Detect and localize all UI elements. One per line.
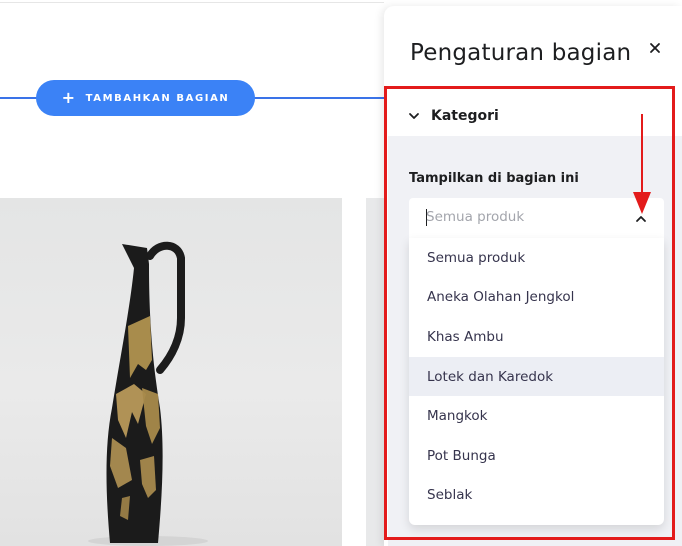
dropdown-option[interactable]: Khas Ambu bbox=[409, 317, 664, 357]
canvas-top-border bbox=[0, 2, 384, 3]
dropdown-option[interactable]: Mangkok bbox=[409, 396, 664, 436]
chevron-down-icon bbox=[409, 113, 419, 119]
dropdown-option[interactable]: Pot Bunga bbox=[409, 436, 664, 476]
dropdown-option[interactable]: Aneka Olahan Jengkol bbox=[409, 278, 664, 318]
chevron-up-icon[interactable] bbox=[635, 213, 647, 225]
vase-illustration bbox=[88, 241, 208, 546]
editor-canvas: + TAMBAHKAN BAGIAN bbox=[0, 0, 384, 546]
product-image-vase[interactable] bbox=[0, 198, 342, 546]
kategori-accordion-header[interactable]: Kategori bbox=[384, 92, 682, 142]
dropdown-option-hovered[interactable]: Lotek dan Karedok bbox=[409, 356, 664, 397]
panel-title: Pengaturan bagian bbox=[410, 40, 632, 66]
add-section-button[interactable]: + TAMBAHKAN BAGIAN bbox=[36, 80, 255, 116]
plus-icon: + bbox=[61, 88, 77, 107]
category-select-input[interactable] bbox=[426, 209, 626, 225]
dropdown-option[interactable]: Seblak bbox=[409, 476, 664, 516]
dropdown-option[interactable]: Semua produk bbox=[409, 238, 664, 278]
display-field-label: Tampilkan di bagian ini bbox=[409, 171, 579, 186]
kategori-label: Kategori bbox=[431, 108, 499, 124]
category-select[interactable] bbox=[409, 198, 664, 238]
product-card-partial[interactable] bbox=[366, 198, 384, 546]
category-dropdown-list: Semua produk Aneka Olahan Jengkol Khas A… bbox=[409, 238, 664, 525]
close-icon[interactable] bbox=[646, 39, 664, 57]
add-section-label: TAMBAHKAN BAGIAN bbox=[85, 92, 230, 104]
section-settings-panel: Pengaturan bagian Kategori Tampilkan di … bbox=[384, 6, 682, 546]
